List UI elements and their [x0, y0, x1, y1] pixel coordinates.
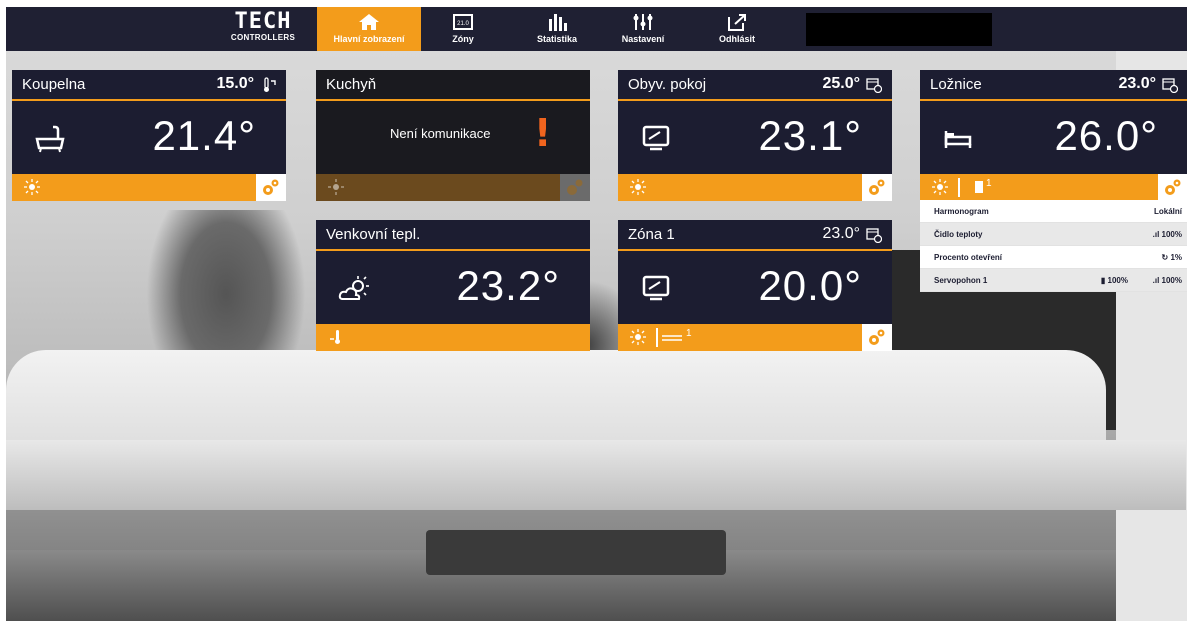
gears-icon [567, 179, 583, 195]
statistics-icon [549, 14, 567, 31]
nav-zones[interactable]: 21.0 Zóny [438, 7, 488, 51]
sun-icon [24, 179, 40, 195]
details-row-opening: Procento otevření ↻ 1% [920, 246, 1187, 269]
sun-icon [328, 179, 344, 195]
gears-icon [263, 179, 279, 195]
svg-text:21.0: 21.0 [457, 21, 469, 27]
gears-icon [869, 179, 885, 195]
set-temperature: 23.0° [822, 225, 860, 242]
monitor-icon [642, 125, 670, 151]
settings-button[interactable] [560, 174, 590, 201]
redacted-area [806, 13, 992, 46]
zone-tile-koupelna[interactable]: Koupelna 15.0° 21.4° [12, 70, 286, 201]
sun-icon [932, 179, 948, 195]
current-temperature: 26.0° [1054, 112, 1158, 159]
zone-name: Venkovní tepl. [326, 226, 421, 243]
current-temperature: 20.0° [758, 262, 862, 309]
nav-statistics[interactable]: Statistika [526, 7, 588, 51]
zone-name: Obyv. pokoj [628, 76, 707, 93]
actuator-count: 1 [986, 178, 992, 189]
signal-value: .ıl 100% [1152, 276, 1182, 285]
settings-button[interactable] [862, 174, 892, 201]
thermometer-icon [264, 77, 276, 92]
details-row-sensor: Čidlo teploty .ıl 100% [920, 223, 1187, 246]
zone-tile-loznice[interactable]: Ložnice 23.0° 26.0° 1 [920, 70, 1187, 201]
logout-icon [728, 14, 746, 31]
opening-value: ↻ 1% [1161, 253, 1183, 262]
signal-icon: .ıl [1152, 276, 1162, 285]
settings-button[interactable] [1158, 174, 1187, 201]
calendar-clock-icon [866, 78, 882, 93]
top-navbar: TECH CONTROLLERS Hlavní zobrazení 21.0 Z… [6, 7, 1187, 51]
monitor-icon [642, 275, 670, 301]
zone-details-panel: Harmonogram Lokální Čidlo teploty .ıl 10… [920, 200, 1187, 292]
set-temperature: 25.0° [822, 75, 860, 92]
nav-settings[interactable]: Nastavení [612, 7, 674, 51]
zone-name: Ložnice [930, 76, 982, 93]
settings-button[interactable] [862, 324, 892, 351]
zone-tile-kuchyn[interactable]: Kuchyň Není komunikace ! [316, 70, 590, 201]
set-temperature: 23.0° [1118, 75, 1156, 92]
battery-value: ▮ 100% [1100, 276, 1128, 285]
zone-tile-outdoor[interactable]: Venkovní tepl. 23.2° [316, 220, 590, 351]
bed-icon [944, 131, 972, 148]
current-temperature: 23.1° [758, 112, 862, 159]
floor-heating-count: 1 [686, 328, 692, 339]
nav-logout[interactable]: Odhlásit [709, 7, 765, 51]
nav-main-view[interactable]: Hlavní zobrazení [317, 7, 421, 51]
zone-tile-zona-1[interactable]: Zóna 1 23.0° 20.0° 1 [618, 220, 892, 351]
sun-icon [630, 329, 646, 345]
floor-heating-icon [662, 335, 682, 341]
footer-divider [656, 328, 658, 347]
alert-icon: ! [534, 111, 552, 155]
signal-icon: .ıl [1152, 230, 1162, 239]
current-temperature: 21.4° [152, 112, 256, 159]
current-temperature: 23.2° [456, 262, 560, 309]
footer-divider [958, 178, 960, 197]
settings-sliders-icon [633, 14, 653, 30]
battery-icon: ▮ [1100, 276, 1108, 285]
zone-name: Zóna 1 [628, 226, 675, 243]
details-row-schedule: Harmonogram Lokální [920, 200, 1187, 223]
partly-cloudy-icon [338, 276, 369, 300]
set-temperature: 15.0° [216, 75, 254, 92]
calendar-clock-icon [1162, 78, 1178, 93]
actuator-icon [975, 181, 983, 193]
signal-value: .ıl 100% [1152, 230, 1182, 239]
tech-controllers-logo: TECH CONTROLLERS [230, 9, 296, 43]
zones-icon: 21.0 [453, 14, 473, 30]
details-row-actuator: Servopohon 1 ▮ 100% .ıl 100% [920, 269, 1187, 292]
zone-tile-obyv-pokoj[interactable]: Obyv. pokoj 25.0° 23.1° [618, 70, 892, 201]
home-icon [359, 14, 379, 30]
zone-name: Koupelna [22, 76, 86, 93]
bathtub-icon [35, 125, 65, 153]
no-communication-message: Není komunikace [390, 126, 491, 141]
sun-icon [630, 179, 646, 195]
settings-button[interactable] [256, 174, 286, 201]
calendar-clock-icon [866, 228, 882, 243]
outdoor-sensor-icon [330, 330, 340, 344]
zone-name: Kuchyň [326, 76, 377, 93]
gears-icon [1165, 179, 1181, 195]
gears-icon [869, 329, 885, 345]
